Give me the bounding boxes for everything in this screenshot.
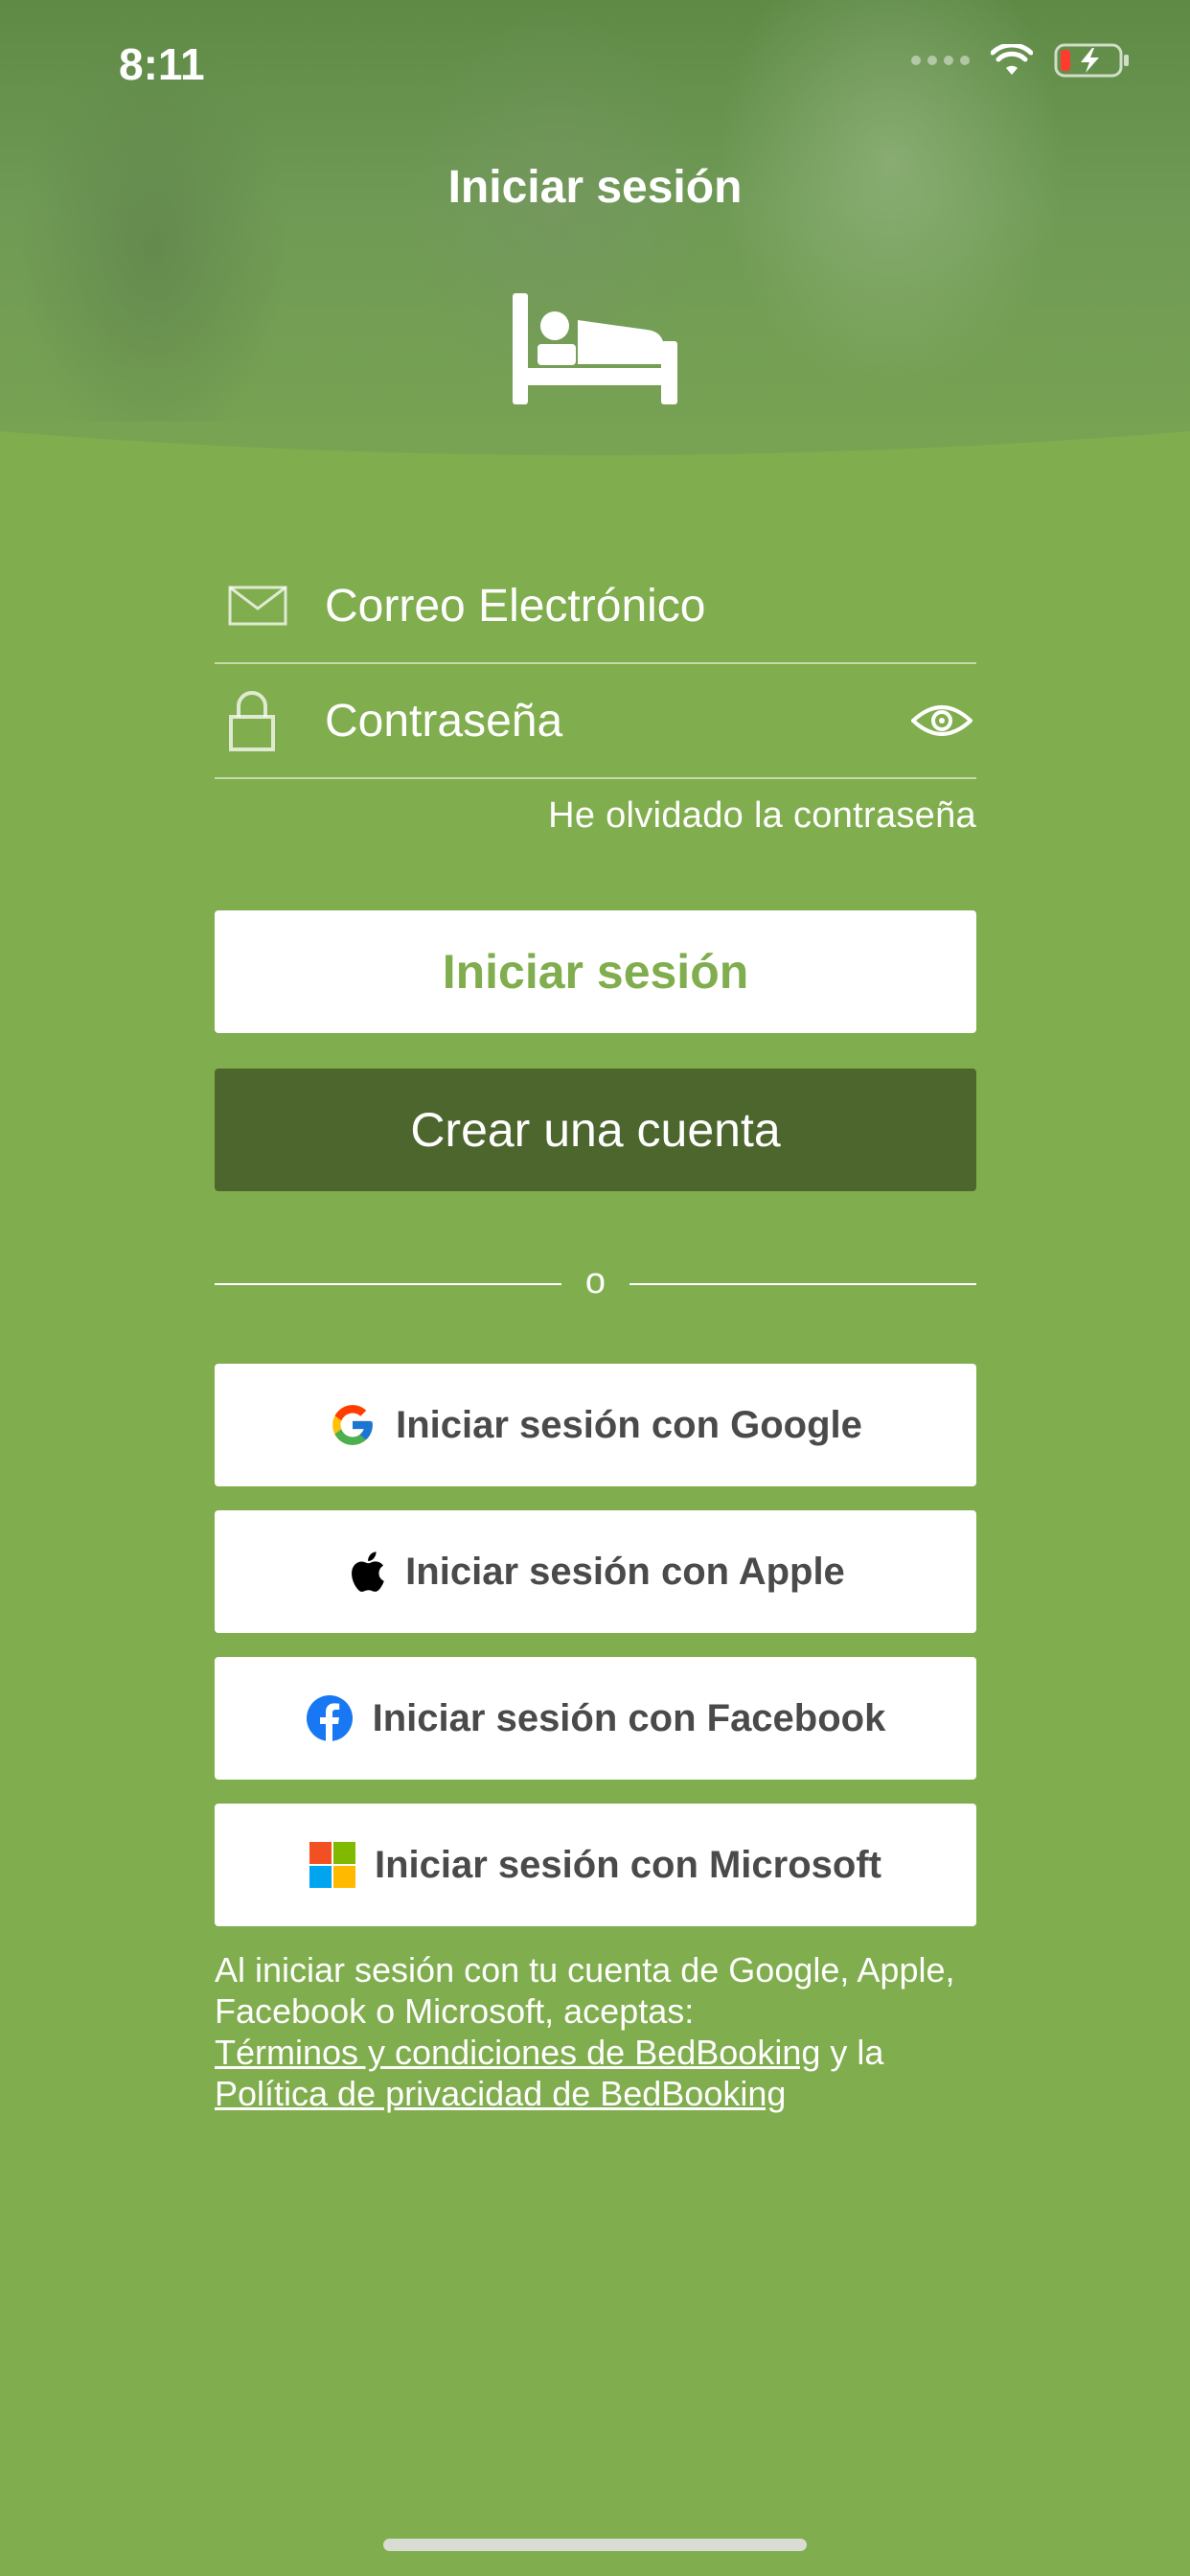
divider-line-right <box>629 1283 976 1285</box>
legal-text: Al iniciar sesión con tu cuenta de Googl… <box>215 1950 955 2031</box>
google-login-button[interactable]: Iniciar sesión con Google <box>215 1364 976 1486</box>
google-login-label: Iniciar sesión con Google <box>396 1403 862 1446</box>
privacy-link[interactable]: Política de privacidad de BedBooking <box>215 2074 786 2113</box>
forgot-password-link[interactable]: He olvidado la contraseña <box>548 795 976 837</box>
apple-login-button[interactable]: Iniciar sesión con Apple <box>215 1510 976 1633</box>
lock-icon <box>229 691 275 751</box>
facebook-icon <box>306 1695 353 1742</box>
status-icons <box>911 42 1131 79</box>
battery-icon <box>1054 43 1129 78</box>
legal-and-text: y la <box>830 2033 884 2072</box>
facebook-login-label: Iniciar sesión con Facebook <box>372 1696 886 1739</box>
status-time: 8:11 <box>119 39 205 89</box>
google-icon <box>332 1405 373 1445</box>
header-curve <box>0 422 1190 479</box>
page-title: Iniciar sesión <box>447 162 743 213</box>
bed-icon <box>513 293 677 404</box>
microsoft-login-label: Iniciar sesión con Microsoft <box>374 1843 881 1886</box>
facebook-login-button[interactable]: Iniciar sesión con Facebook <box>215 1657 976 1780</box>
signal-icon <box>911 56 970 65</box>
or-divider: o <box>215 1261 976 1305</box>
email-field[interactable]: Correo Electrónico <box>215 549 976 664</box>
legal-notice: Al iniciar sesión con tu cuenta de Googl… <box>215 1949 981 2114</box>
login-button[interactable]: Iniciar sesión <box>215 910 976 1033</box>
password-placeholder: Contraseña <box>325 695 563 747</box>
create-account-button[interactable]: Crear una cuenta <box>215 1069 976 1191</box>
mail-icon <box>228 586 287 626</box>
divider-text: o <box>584 1261 606 1301</box>
email-placeholder: Correo Electrónico <box>325 580 706 632</box>
password-field[interactable]: Contraseña <box>215 664 976 779</box>
apple-icon <box>352 1552 384 1592</box>
terms-link[interactable]: Términos y condiciones de BedBooking <box>215 2033 820 2072</box>
eye-icon[interactable] <box>911 702 973 740</box>
home-indicator <box>383 2539 807 2551</box>
wifi-icon <box>991 44 1033 75</box>
microsoft-login-button[interactable]: Iniciar sesión con Microsoft <box>215 1804 976 1926</box>
microsoft-icon <box>309 1842 355 1888</box>
apple-login-label: Iniciar sesión con Apple <box>405 1550 845 1593</box>
